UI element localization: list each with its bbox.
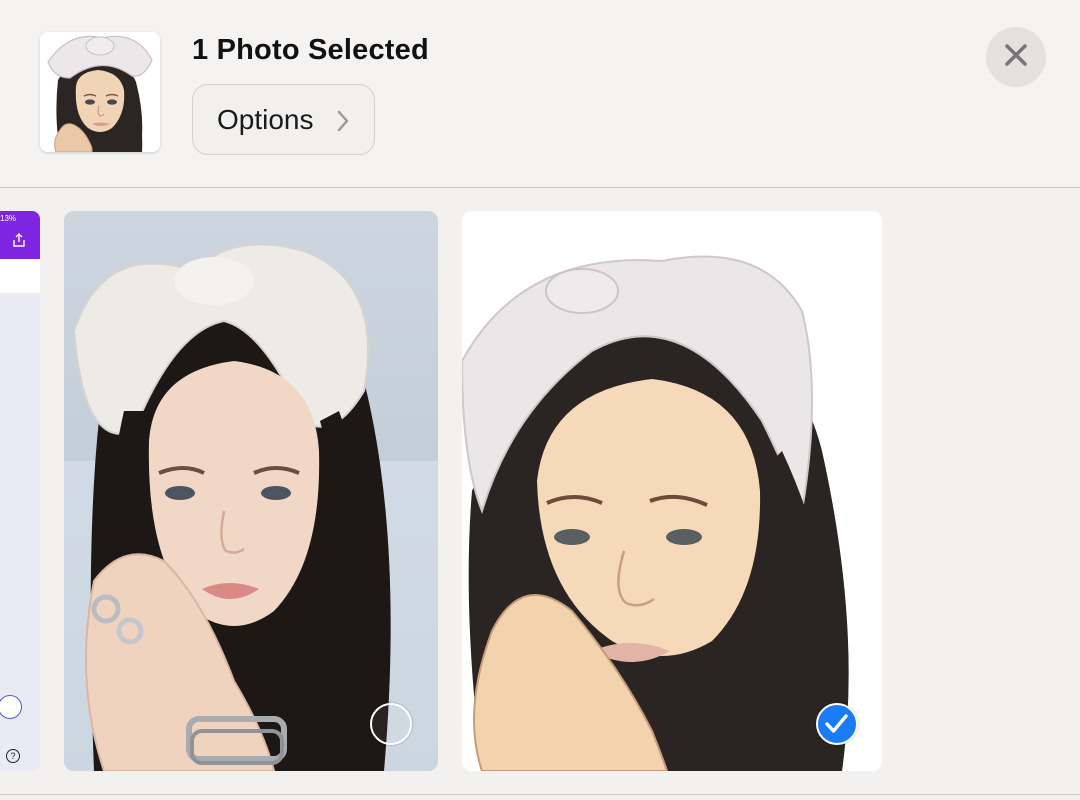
- photo-item-partial[interactable]: 13% ?: [0, 211, 40, 771]
- photo-image: [64, 211, 438, 771]
- selection-title: 1 Photo Selected: [192, 34, 429, 66]
- selected-photo-thumbnail: [40, 32, 160, 152]
- chevron-right-icon: [336, 109, 350, 133]
- share-sheet-header: 1 Photo Selected Options: [0, 0, 1080, 188]
- options-label: Options: [217, 103, 314, 135]
- photo-item-selected[interactable]: [462, 211, 882, 771]
- close-button[interactable]: [986, 27, 1046, 87]
- photo-strip[interactable]: 13% ?: [0, 189, 1080, 800]
- divider: [0, 794, 1080, 795]
- app-icon: [0, 695, 22, 719]
- partial-app-header: 13%: [0, 211, 40, 259]
- battery-status: 13%: [0, 214, 17, 223]
- photo-item[interactable]: [64, 211, 438, 771]
- help-icon: ?: [6, 749, 20, 763]
- illustration-image: [462, 211, 882, 771]
- close-icon: [1003, 42, 1029, 73]
- checkmark-icon: [818, 714, 855, 746]
- selection-circle-empty[interactable]: [370, 703, 412, 745]
- selection-circle-checked[interactable]: [816, 703, 858, 745]
- partial-content: [0, 259, 40, 293]
- options-button[interactable]: Options: [192, 84, 375, 155]
- share-sheet: 1 Photo Selected Options 13% ?: [0, 0, 1080, 800]
- share-icon: [12, 233, 26, 247]
